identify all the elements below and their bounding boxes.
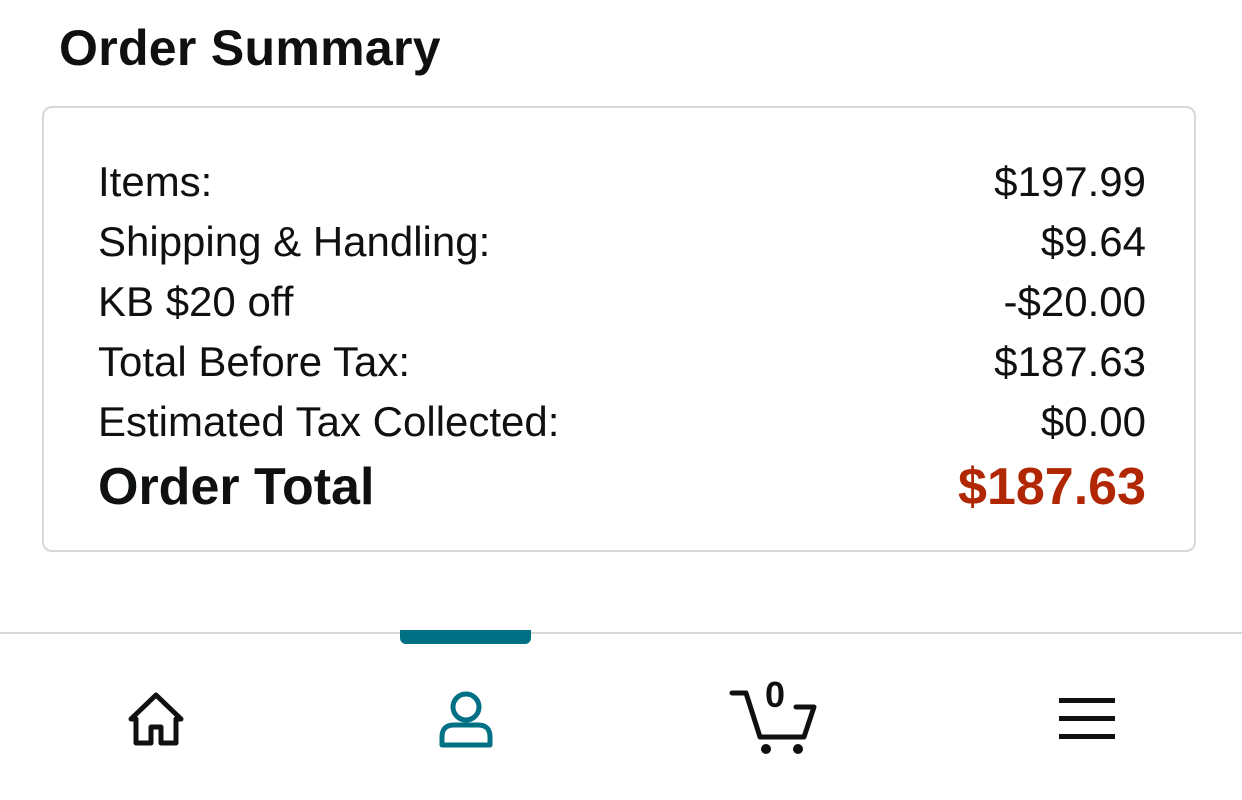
nav-account-button[interactable] [406, 674, 526, 764]
summary-row-shipping: Shipping & Handling: $9.64 [98, 212, 1146, 272]
person-icon [439, 691, 493, 748]
summary-row-label: KB $20 off [98, 278, 294, 325]
summary-row-value: -$20.00 [1003, 278, 1146, 325]
summary-row-value: $197.99 [994, 158, 1146, 205]
bottom-navigation-bar: 0 [0, 630, 1242, 800]
summary-row-label: Estimated Tax Collected: [98, 398, 560, 445]
summary-row-label: Items: [98, 158, 213, 205]
summary-row-label: Total Before Tax: [98, 338, 411, 385]
cart-count-badge: 0 [764, 674, 786, 715]
summary-row-items: Items: $197.99 [98, 152, 1146, 212]
summary-row-value: $9.64 [1040, 218, 1146, 265]
order-summary-page: Order Summary Items: $197.99 Shipping & … [0, 0, 1242, 800]
order-summary-box: Items: $197.99 Shipping & Handling: $9.6… [42, 106, 1196, 552]
nav-home-button[interactable] [96, 674, 216, 764]
summary-row-discount: KB $20 off -$20.00 [98, 272, 1146, 332]
summary-row-value: $0.00 [1040, 398, 1146, 445]
summary-rows: Items: $197.99 Shipping & Handling: $9.6… [98, 152, 1146, 520]
summary-row-total-before-tax: Total Before Tax: $187.63 [98, 332, 1146, 392]
active-tab-indicator [400, 630, 531, 644]
hamburger-menu-icon [1059, 698, 1115, 739]
order-total-value: $187.63 [958, 458, 1146, 516]
order-total-row: Order Total $187.63 [98, 454, 1146, 520]
order-total-label: Order Total [98, 458, 375, 516]
nav-menu-button[interactable] [1027, 674, 1147, 764]
home-icon [128, 692, 184, 746]
summary-row-label: Shipping & Handling: [98, 218, 491, 265]
page-title: Order Summary [59, 20, 441, 76]
cart-icon-wrap: 0 [726, 675, 826, 759]
summary-row-estimated-tax: Estimated Tax Collected: $0.00 [98, 392, 1146, 452]
summary-row-value: $187.63 [994, 338, 1146, 385]
nav-cart-button[interactable]: 0 [716, 674, 836, 764]
